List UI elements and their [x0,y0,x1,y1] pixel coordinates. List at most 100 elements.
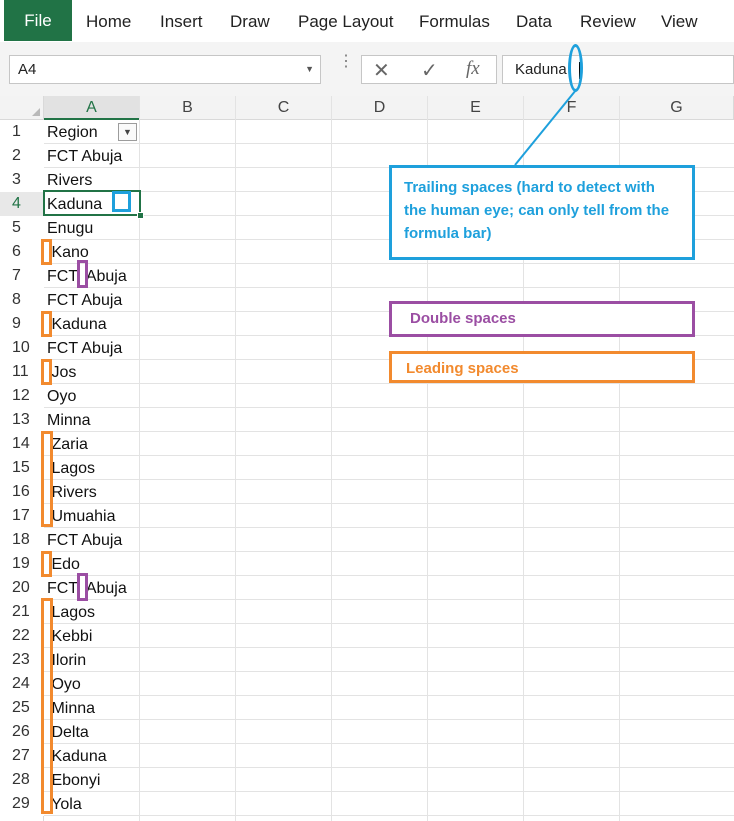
tab-page-layout[interactable]: Page Layout [298,0,393,41]
name-box-value: A4 [18,61,37,78]
row-header[interactable]: 25 [0,696,44,720]
cell-a[interactable]: Kaduna [44,744,140,768]
cell-a[interactable]: Lagos [44,456,140,480]
cell-a[interactable]: Minna [44,408,140,432]
row-header[interactable]: 10 [0,336,44,360]
check-icon[interactable]: ✓ [421,58,438,83]
fill-handle[interactable] [137,212,144,219]
row-header[interactable]: 29 [0,792,44,816]
row-header[interactable]: 20 [0,576,44,600]
row-header[interactable]: 19 [0,552,44,576]
more-vertical-icon[interactable]: ⋮ [338,54,354,70]
table-row: 23 Ilorin [0,648,734,672]
double-spaces-note: Double spaces [389,301,695,337]
cell-a[interactable]: Lagos [44,600,140,624]
cell-a[interactable]: FCT Abuja [44,144,140,168]
cell-a[interactable]: Ebonyi [44,768,140,792]
row-header[interactable]: 21 [0,600,44,624]
cell-a[interactable]: Rivers [44,168,140,192]
cell-a[interactable]: Rivers [44,480,140,504]
row-header[interactable]: 8 [0,288,44,312]
row-header[interactable]: 2 [0,144,44,168]
row-header[interactable]: 26 [0,720,44,744]
row-header[interactable]: 27 [0,744,44,768]
row-header[interactable]: 1 [0,120,44,144]
tab-home[interactable]: Home [86,0,131,41]
row-header[interactable]: 14 [0,432,44,456]
formula-value: Kaduna [515,61,567,78]
row-header[interactable]: 3 [0,168,44,192]
tab-data[interactable]: Data [516,0,552,41]
tab-insert[interactable]: Insert [160,0,203,41]
close-icon[interactable]: ✕ [373,58,390,83]
table-row: 17 Umuahia [0,504,734,528]
fx-icon[interactable]: fx [466,58,480,80]
row-header[interactable]: 9 [0,312,44,336]
name-box[interactable]: A4 ▼ [9,55,321,84]
trailing-space-marker [112,191,131,212]
leading-space-marker [41,551,52,577]
cell-a[interactable]: FCT Abuja [44,336,140,360]
cell-a[interactable]: Kebbi [44,624,140,648]
cell-a[interactable]: FCT Abuja [44,264,140,288]
row-header[interactable]: 28 [0,768,44,792]
table-row: 19 Edo [0,552,734,576]
cell-a[interactable]: Yola [44,792,140,816]
cell-a[interactable]: Minna [44,696,140,720]
cell-a[interactable]: Oyo [44,384,140,408]
column-header-a[interactable]: A [44,96,140,120]
table-row: 28 Ebonyi [0,768,734,792]
row-header[interactable]: 4 [0,192,44,216]
row-header[interactable]: 17 [0,504,44,528]
cell-a[interactable]: Ilorin [44,648,140,672]
table-row: 16 Rivers [0,480,734,504]
column-header-g[interactable]: G [620,96,734,120]
row-header[interactable]: 6 [0,240,44,264]
cell-a[interactable]: Kano [44,240,140,264]
tab-review[interactable]: Review [580,0,636,41]
table-row: 24 Oyo [0,672,734,696]
cell-a[interactable]: FCT Abuja [44,576,140,600]
select-all-corner[interactable] [0,96,44,120]
chevron-down-icon[interactable]: ▼ [305,56,314,83]
table-row: 15 Lagos [0,456,734,480]
leading-space-marker [41,598,53,814]
cell-a[interactable]: Delta [44,720,140,744]
cell-a[interactable]: Jos [44,360,140,384]
cell-a[interactable]: Enugu [44,216,140,240]
file-tab[interactable]: File [4,0,72,41]
cell-a[interactable]: Edo [44,552,140,576]
cell-a[interactable]: Zaria [44,432,140,456]
tab-formulas[interactable]: Formulas [419,0,490,41]
cell-a[interactable]: FCT Abuja [44,528,140,552]
row-header[interactable]: 18 [0,528,44,552]
column-header-c[interactable]: C [236,96,332,120]
row-header[interactable]: 15 [0,456,44,480]
cell-a[interactable]: Umuahia [44,504,140,528]
filter-dropdown-icon[interactable]: ▼ [118,123,137,141]
ribbon-tab-bar: File Home Insert Draw Page Layout Formul… [0,0,734,43]
row-header[interactable]: 5 [0,216,44,240]
row-header[interactable]: 24 [0,672,44,696]
tab-draw[interactable]: Draw [230,0,270,41]
row-header[interactable]: 13 [0,408,44,432]
formula-input[interactable]: Kaduna [502,55,734,84]
table-row: 14 Zaria [0,432,734,456]
double-space-marker [77,573,88,601]
row-header[interactable]: 7 [0,264,44,288]
row-header[interactable]: 23 [0,648,44,672]
cell-a[interactable]: FCT Abuja [44,288,140,312]
row-header[interactable]: 12 [0,384,44,408]
table-row: 13 Minna [0,408,734,432]
column-header-b[interactable]: B [140,96,236,120]
tab-view[interactable]: View [661,0,698,41]
leading-space-marker [41,431,53,527]
double-space-marker [77,260,88,288]
cell-a[interactable]: Oyo [44,672,140,696]
row-header[interactable]: 22 [0,624,44,648]
row-header[interactable]: 16 [0,480,44,504]
cell-a[interactable]: Kaduna [44,312,140,336]
column-header-d[interactable]: D [332,96,428,120]
leading-space-marker [41,311,52,337]
row-header[interactable]: 11 [0,360,44,384]
